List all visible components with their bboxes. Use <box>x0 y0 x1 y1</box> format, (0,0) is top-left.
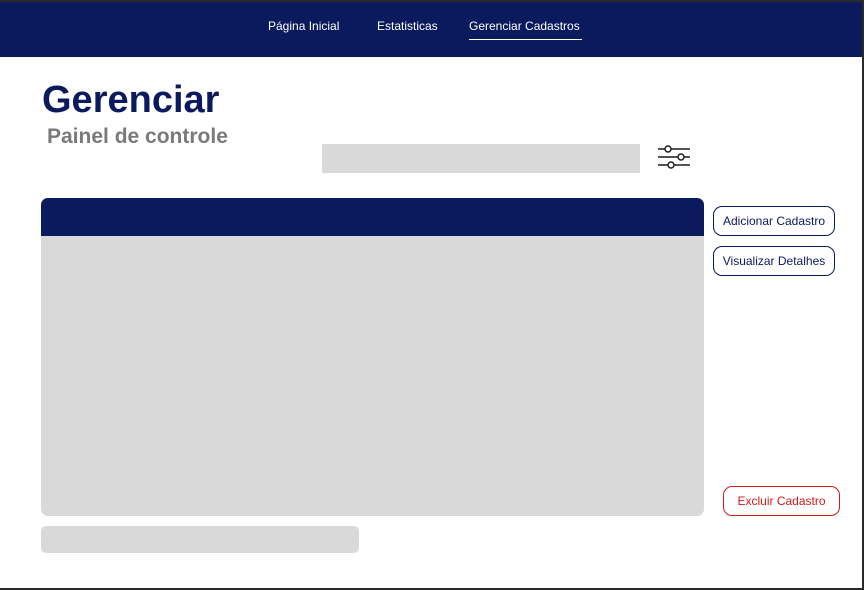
sliders-icon <box>658 145 690 169</box>
active-nav-underline <box>469 39 582 40</box>
top-navbar: Página Inicial Estatisticas Gerenciar Ca… <box>0 2 862 57</box>
search-input[interactable] <box>322 144 640 173</box>
add-record-button[interactable]: Adicionar Cadastro <box>713 206 835 236</box>
nav-item-label: Gerenciar Cadastros <box>469 19 580 33</box>
delete-record-button[interactable]: Excluir Cadastro <box>723 486 840 516</box>
nav-item-gerenciar-cadastros[interactable]: Gerenciar Cadastros <box>469 19 582 40</box>
table-header <box>41 198 704 236</box>
nav-item-pagina-inicial[interactable]: Página Inicial <box>268 19 339 33</box>
records-table <box>41 198 704 516</box>
nav-item-estatisticas[interactable]: Estatisticas <box>377 19 438 33</box>
filter-button[interactable] <box>655 142 693 174</box>
bottom-bar <box>41 526 359 553</box>
page-title: Gerenciar <box>42 79 220 121</box>
page-subtitle: Painel de controle <box>47 125 228 148</box>
view-details-button[interactable]: Visualizar Detalhes <box>713 246 835 276</box>
